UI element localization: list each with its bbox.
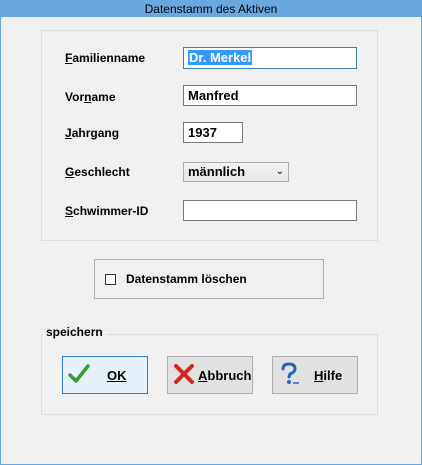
- window-title: Datenstamm des Aktiven: [1, 1, 421, 17]
- geschlecht-label: Geschlecht: [65, 165, 130, 179]
- save-group-legend: speichern: [43, 325, 106, 339]
- geschlecht-value: männlich: [188, 164, 246, 179]
- ok-button[interactable]: OK: [62, 356, 148, 394]
- geschlecht-select[interactable]: männlich ⌄: [183, 162, 289, 182]
- jahrgang-label: Jahrgang: [65, 126, 120, 140]
- vorname-value: Manfred: [188, 88, 239, 103]
- vorname-input[interactable]: Manfred: [183, 85, 357, 106]
- jahrgang-value: 1937: [188, 125, 217, 140]
- ok-label: OK: [107, 368, 127, 383]
- delete-record-label[interactable]: Datenstamm löschen: [126, 272, 247, 286]
- dialog-window: Datenstamm des Aktiven Familienname Dr. …: [0, 0, 422, 465]
- delete-record-frame: Datenstamm löschen: [94, 259, 324, 299]
- schwimmer-id-label: Schwimmer-ID: [65, 204, 149, 218]
- chevron-down-icon: ⌄: [275, 166, 284, 177]
- form-panel: Familienname Dr. Merkel Vorname Manfred …: [41, 30, 378, 241]
- dialog-client-area: Familienname Dr. Merkel Vorname Manfred …: [6, 17, 416, 459]
- familienname-input[interactable]: Dr. Merkel: [183, 47, 357, 69]
- jahrgang-input[interactable]: 1937: [183, 122, 243, 143]
- red-x-icon: [174, 364, 194, 384]
- checkmark-icon: [68, 364, 90, 383]
- delete-record-checkbox[interactable]: [105, 274, 116, 285]
- help-question-icon: [281, 362, 299, 384]
- schwimmer-id-input[interactable]: [183, 200, 357, 221]
- vorname-label: Vorname: [65, 90, 116, 104]
- help-label: Hilfe: [314, 368, 343, 383]
- familienname-value: Dr. Merkel: [188, 50, 253, 65]
- cancel-label: Abbruch: [198, 368, 252, 383]
- help-button[interactable]: Hilfe: [272, 356, 358, 394]
- cancel-button[interactable]: Abbruch: [167, 356, 253, 394]
- familienname-label: Familienname: [65, 51, 146, 65]
